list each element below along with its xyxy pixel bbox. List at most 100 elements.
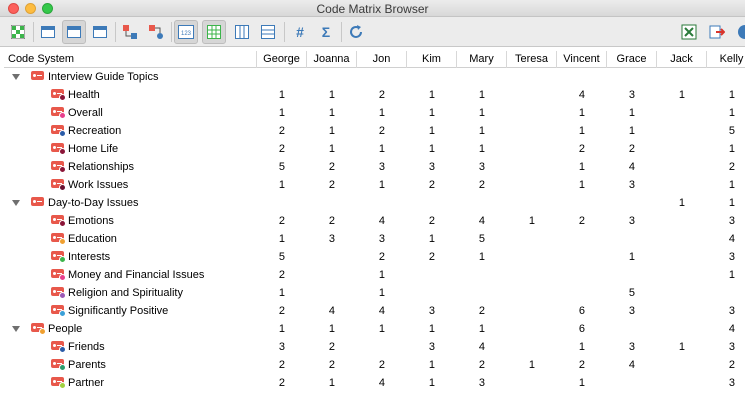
matrix-cell[interactable]: 1	[356, 176, 385, 194]
matrix-cell[interactable]: 4	[456, 338, 485, 356]
matrix-cell[interactable]: 2	[356, 86, 385, 104]
code-label[interactable]: Religion and Spirituality	[68, 284, 183, 302]
matrix-row[interactable]: Education 1 3 3 1 5 4	[4, 230, 745, 248]
matrix-cell[interactable]: 1	[606, 122, 635, 140]
show-numbers-button[interactable]: 123	[174, 20, 198, 44]
matrix-cell[interactable]: 1	[406, 122, 435, 140]
matrix-cell[interactable]: 2	[306, 338, 335, 356]
matrix-cell[interactable]: 2	[456, 302, 485, 320]
matrix-row[interactable]: Home Life 2 1 1 1 1 2 2 1	[4, 140, 745, 158]
view-narrow-button[interactable]	[36, 20, 60, 44]
code-label[interactable]: Day-to-Day Issues	[48, 194, 138, 212]
matrix-cell[interactable]: 6	[556, 302, 585, 320]
matrix-cell[interactable]: 1	[606, 104, 635, 122]
matrix-cell[interactable]: 4	[706, 230, 735, 248]
matrix-cell[interactable]	[656, 176, 685, 194]
matrix-cell[interactable]: 3	[406, 158, 435, 176]
matrix-cell[interactable]: 1	[256, 86, 285, 104]
matrix-cell[interactable]	[506, 122, 535, 140]
matrix-cell[interactable]	[556, 248, 585, 266]
matrix-cell[interactable]	[306, 248, 335, 266]
matrix-cell[interactable]: 2	[306, 176, 335, 194]
matrix-cell[interactable]: 4	[606, 356, 635, 374]
matrix-cell[interactable]	[506, 68, 535, 86]
matrix-cell[interactable]	[506, 158, 535, 176]
matrix-cell[interactable]: 1	[556, 374, 585, 392]
matrix-cell[interactable]: 1	[256, 284, 285, 302]
column-header-kelly[interactable]: Kelly	[706, 51, 745, 68]
matrix-row[interactable]: People 1 1 1 1 1 6 4	[4, 320, 745, 338]
code-label[interactable]: Work Issues	[68, 176, 128, 194]
matrix-cell[interactable]: 5	[456, 230, 485, 248]
matrix-row[interactable]: Significantly Positive 2 4 4 3 2 6 3 3	[4, 302, 745, 320]
code-label[interactable]: Partner	[68, 374, 104, 392]
matrix-cell[interactable]: 1	[556, 104, 585, 122]
matrix-cell[interactable]: 2	[256, 212, 285, 230]
matrix-cell[interactable]	[406, 68, 435, 86]
matrix-cell[interactable]: 1	[706, 86, 735, 104]
matrix-cell[interactable]: 2	[256, 356, 285, 374]
code-label[interactable]: Emotions	[68, 212, 114, 230]
matrix-options-button[interactable]	[6, 20, 30, 44]
matrix-cell[interactable]: 1	[456, 248, 485, 266]
matrix-cell[interactable]: 3	[606, 212, 635, 230]
matrix-cell[interactable]: 1	[456, 122, 485, 140]
matrix-cell[interactable]	[656, 356, 685, 374]
matrix-cell[interactable]: 1	[306, 140, 335, 158]
codes-hierarchy-button[interactable]	[118, 20, 142, 44]
matrix-cell[interactable]: 4	[456, 212, 485, 230]
matrix-cell[interactable]: 3	[706, 374, 735, 392]
matrix-cell[interactable]: 1	[306, 122, 335, 140]
matrix-cell[interactable]	[556, 284, 585, 302]
column-header-code-system[interactable]: Code System	[4, 51, 256, 68]
matrix-cell[interactable]: 3	[406, 338, 435, 356]
matrix-row[interactable]: Relationships 5 2 3 3 3 1 4 2	[4, 158, 745, 176]
matrix-cell[interactable]	[556, 194, 585, 212]
code-label[interactable]: Home Life	[68, 140, 118, 158]
matrix-row[interactable]: Health 1 1 2 1 1 4 3 1 1	[4, 86, 745, 104]
matrix-cell[interactable]	[656, 140, 685, 158]
matrix-cell[interactable]: 2	[556, 140, 585, 158]
view-wide-button[interactable]	[88, 20, 112, 44]
matrix-cell[interactable]	[506, 302, 535, 320]
matrix-row[interactable]: Religion and Spirituality 1 1 5	[4, 284, 745, 302]
view-middle-button[interactable]	[62, 20, 86, 44]
matrix-cell[interactable]	[506, 86, 535, 104]
matrix-row[interactable]: Work Issues 1 2 1 2 2 1 3 1	[4, 176, 745, 194]
matrix-cell[interactable]: 3	[306, 230, 335, 248]
matrix-row[interactable]: Partner 2 1 4 1 3 1 3	[4, 374, 745, 392]
column-header-jack[interactable]: Jack	[656, 51, 706, 68]
matrix-cell[interactable]	[456, 266, 485, 284]
matrix-cell[interactable]	[506, 266, 535, 284]
matrix-cell[interactable]: 1	[556, 176, 585, 194]
matrix-cell[interactable]: 2	[706, 356, 735, 374]
matrix-cell[interactable]	[606, 320, 635, 338]
number-format-button[interactable]: #	[288, 20, 312, 44]
matrix-row[interactable]: Recreation 2 1 2 1 1 1 1 5	[4, 122, 745, 140]
matrix-cell[interactable]: 2	[356, 248, 385, 266]
matrix-cell[interactable]: 1	[256, 176, 285, 194]
matrix-cell[interactable]: 1	[306, 374, 335, 392]
matrix-cell[interactable]: 2	[356, 122, 385, 140]
matrix-cell[interactable]	[606, 194, 635, 212]
matrix-cell[interactable]: 4	[606, 158, 635, 176]
matrix-cell[interactable]	[606, 230, 635, 248]
matrix-cell[interactable]: 1	[356, 104, 385, 122]
matrix-cell[interactable]: 1	[406, 374, 435, 392]
matrix-cell[interactable]: 2	[256, 266, 285, 284]
matrix-cell[interactable]	[656, 284, 685, 302]
matrix-cell[interactable]	[456, 284, 485, 302]
matrix-row[interactable]: Parents 2 2 2 1 2 1 2 4 2	[4, 356, 745, 374]
matrix-cell[interactable]: 1	[356, 320, 385, 338]
matrix-cell[interactable]: 1	[456, 140, 485, 158]
matrix-cell[interactable]: 1	[556, 122, 585, 140]
matrix-cell[interactable]: 2	[456, 176, 485, 194]
matrix-cell[interactable]: 3	[706, 338, 735, 356]
matrix-cell[interactable]	[506, 230, 535, 248]
matrix-cell[interactable]: 2	[256, 302, 285, 320]
matrix-cell[interactable]: 3	[606, 302, 635, 320]
matrix-cell[interactable]	[656, 158, 685, 176]
code-label[interactable]: Interests	[68, 248, 110, 266]
matrix-cell[interactable]: 2	[256, 140, 285, 158]
matrix-cell[interactable]	[256, 194, 285, 212]
